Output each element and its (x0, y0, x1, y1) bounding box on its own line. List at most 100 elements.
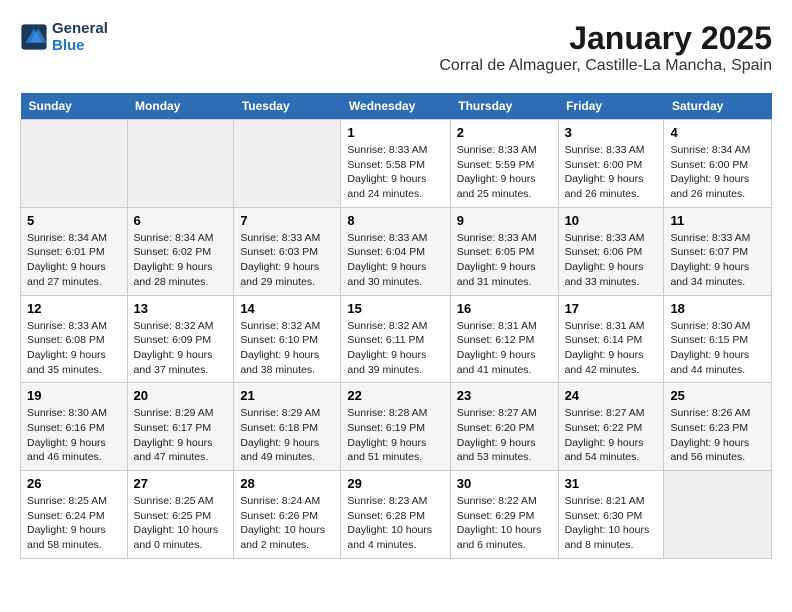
day-info: Sunrise: 8:33 AMSunset: 6:00 PMDaylight:… (565, 143, 658, 202)
day-number: 25 (670, 388, 765, 403)
day-number: 28 (240, 476, 334, 491)
column-header-saturday: Saturday (664, 93, 772, 120)
logo-icon (20, 23, 48, 51)
day-number: 12 (27, 301, 121, 316)
day-info: Sunrise: 8:28 AMSunset: 6:19 PMDaylight:… (347, 406, 443, 465)
day-number: 26 (27, 476, 121, 491)
day-info: Sunrise: 8:22 AMSunset: 6:29 PMDaylight:… (457, 494, 552, 553)
day-info: Sunrise: 8:33 AMSunset: 6:03 PMDaylight:… (240, 231, 334, 290)
day-number: 11 (670, 213, 765, 228)
column-header-tuesday: Tuesday (234, 93, 341, 120)
calendar-cell: 8Sunrise: 8:33 AMSunset: 6:04 PMDaylight… (341, 207, 450, 295)
day-number: 19 (27, 388, 121, 403)
calendar-cell: 4 Sunrise: 8:34 AMSunset: 6:00 PMDaylight… (664, 120, 772, 208)
calendar-cell: 2 Sunrise: 8:33 AMSunset: 5:59 PMDaylight… (450, 120, 558, 208)
calendar-cell: 3 Sunrise: 8:33 AMSunset: 6:00 PMDaylight… (558, 120, 664, 208)
day-number: 6 (134, 213, 228, 228)
day-info: Sunrise: 8:26 AMSunset: 6:23 PMDaylight:… (670, 406, 765, 465)
day-info: Sunrise: 8:24 AMSunset: 6:26 PMDaylight:… (240, 494, 334, 553)
column-header-friday: Friday (558, 93, 664, 120)
calendar-cell: 25 Sunrise: 8:26 AMSunset: 6:23 PMDayligh… (664, 383, 772, 471)
day-info: Sunrise: 8:33 AMSunset: 6:06 PMDaylight:… (565, 231, 658, 290)
page-subtitle: Corral de Almaguer, Castille-La Mancha, … (439, 57, 772, 75)
day-number: 13 (134, 301, 228, 316)
day-number: 27 (134, 476, 228, 491)
calendar-cell: 24 Sunrise: 8:27 AMSunset: 6:22 PMDayligh… (558, 383, 664, 471)
day-info: Sunrise: 8:31 AMSunset: 6:14 PMDaylight:… (565, 319, 658, 378)
calendar-cell: 10 Sunrise: 8:33 AMSunset: 6:06 PMDayligh… (558, 207, 664, 295)
day-info: Sunrise: 8:27 AMSunset: 6:20 PMDaylight:… (457, 406, 552, 465)
day-number: 15 (347, 301, 443, 316)
day-number: 24 (565, 388, 658, 403)
day-number: 14 (240, 301, 334, 316)
logo-text: General Blue (52, 20, 108, 54)
day-number: 17 (565, 301, 658, 316)
calendar-cell: 23Sunrise: 8:27 AMSunset: 6:20 PMDayligh… (450, 383, 558, 471)
day-number: 18 (670, 301, 765, 316)
calendar-cell: 17 Sunrise: 8:31 AMSunset: 6:14 PMDayligh… (558, 295, 664, 383)
day-info: Sunrise: 8:32 AMSunset: 6:09 PMDaylight:… (134, 319, 228, 378)
calendar-cell: 20 Sunrise: 8:29 AMSunset: 6:17 PMDayligh… (127, 383, 234, 471)
title-section: January 2025 Corral de Almaguer, Castill… (439, 20, 772, 85)
day-info: Sunrise: 8:33 AMSunset: 6:08 PMDaylight:… (27, 319, 121, 378)
calendar-cell (664, 471, 772, 559)
column-header-monday: Monday (127, 93, 234, 120)
day-number: 29 (347, 476, 443, 491)
day-info: Sunrise: 8:23 AMSunset: 6:28 PMDaylight:… (347, 494, 443, 553)
calendar-cell: 9Sunrise: 8:33 AMSunset: 6:05 PMDaylight… (450, 207, 558, 295)
calendar-cell: 27 Sunrise: 8:25 AMSunset: 6:25 PMDayligh… (127, 471, 234, 559)
calendar-cell: 14 Sunrise: 8:32 AMSunset: 6:10 PMDayligh… (234, 295, 341, 383)
calendar-cell: 7 Sunrise: 8:33 AMSunset: 6:03 PMDaylight… (234, 207, 341, 295)
column-header-wednesday: Wednesday (341, 93, 450, 120)
day-number: 31 (565, 476, 658, 491)
day-info: Sunrise: 8:33 AMSunset: 6:05 PMDaylight:… (457, 231, 552, 290)
column-header-thursday: Thursday (450, 93, 558, 120)
calendar-cell: 13 Sunrise: 8:32 AMSunset: 6:09 PMDayligh… (127, 295, 234, 383)
day-info: Sunrise: 8:25 AMSunset: 6:25 PMDaylight:… (134, 494, 228, 553)
day-number: 5 (27, 213, 121, 228)
day-number: 3 (565, 125, 658, 140)
calendar-cell (127, 120, 234, 208)
day-info: Sunrise: 8:32 AMSunset: 6:11 PMDaylight:… (347, 319, 443, 378)
day-info: Sunrise: 8:30 AMSunset: 6:16 PMDaylight:… (27, 406, 121, 465)
calendar-cell: 21 Sunrise: 8:29 AMSunset: 6:18 PMDayligh… (234, 383, 341, 471)
calendar-cell: 15 Sunrise: 8:32 AMSunset: 6:11 PMDayligh… (341, 295, 450, 383)
calendar-cell: 11 Sunrise: 8:33 AMSunset: 6:07 PMDayligh… (664, 207, 772, 295)
day-info: Sunrise: 8:34 AMSunset: 6:01 PMDaylight:… (27, 231, 121, 290)
calendar-cell: 26 Sunrise: 8:25 AMSunset: 6:24 PMDayligh… (21, 471, 128, 559)
day-info: Sunrise: 8:30 AMSunset: 6:15 PMDaylight:… (670, 319, 765, 378)
page-title: January 2025 (439, 20, 772, 57)
day-number: 7 (240, 213, 334, 228)
calendar-table: SundayMondayTuesdayWednesdayThursdayFrid… (20, 93, 772, 559)
calendar-cell: 31Sunrise: 8:21 AMSunset: 6:30 PMDayligh… (558, 471, 664, 559)
calendar-cell (21, 120, 128, 208)
day-info: Sunrise: 8:33 AMSunset: 5:59 PMDaylight:… (457, 143, 552, 202)
calendar-cell: 6Sunrise: 8:34 AMSunset: 6:02 PMDaylight… (127, 207, 234, 295)
day-info: Sunrise: 8:27 AMSunset: 6:22 PMDaylight:… (565, 406, 658, 465)
logo: General Blue (20, 20, 108, 54)
day-info: Sunrise: 8:31 AMSunset: 6:12 PMDaylight:… (457, 319, 552, 378)
day-info: Sunrise: 8:34 AMSunset: 6:00 PMDaylight:… (670, 143, 765, 202)
day-number: 16 (457, 301, 552, 316)
day-number: 1 (347, 125, 443, 140)
day-number: 2 (457, 125, 552, 140)
day-info: Sunrise: 8:33 AMSunset: 6:07 PMDaylight:… (670, 231, 765, 290)
day-number: 21 (240, 388, 334, 403)
calendar-cell: 19 Sunrise: 8:30 AMSunset: 6:16 PMDayligh… (21, 383, 128, 471)
day-info: Sunrise: 8:25 AMSunset: 6:24 PMDaylight:… (27, 494, 121, 553)
calendar-cell: 30Sunrise: 8:22 AMSunset: 6:29 PMDayligh… (450, 471, 558, 559)
day-number: 20 (134, 388, 228, 403)
day-info: Sunrise: 8:29 AMSunset: 6:18 PMDaylight:… (240, 406, 334, 465)
calendar-cell: 5 Sunrise: 8:34 AMSunset: 6:01 PMDaylight… (21, 207, 128, 295)
day-info: Sunrise: 8:29 AMSunset: 6:17 PMDaylight:… (134, 406, 228, 465)
calendar-cell (234, 120, 341, 208)
day-number: 22 (347, 388, 443, 403)
calendar-cell: 22 Sunrise: 8:28 AMSunset: 6:19 PMDayligh… (341, 383, 450, 471)
calendar-cell: 28 Sunrise: 8:24 AMSunset: 6:26 PMDayligh… (234, 471, 341, 559)
day-number: 4 (670, 125, 765, 140)
day-info: Sunrise: 8:32 AMSunset: 6:10 PMDaylight:… (240, 319, 334, 378)
day-number: 10 (565, 213, 658, 228)
day-info: Sunrise: 8:33 AMSunset: 6:04 PMDaylight:… (347, 231, 443, 290)
calendar-cell: 18 Sunrise: 8:30 AMSunset: 6:15 PMDayligh… (664, 295, 772, 383)
calendar-cell: 16 Sunrise: 8:31 AMSunset: 6:12 PMDayligh… (450, 295, 558, 383)
